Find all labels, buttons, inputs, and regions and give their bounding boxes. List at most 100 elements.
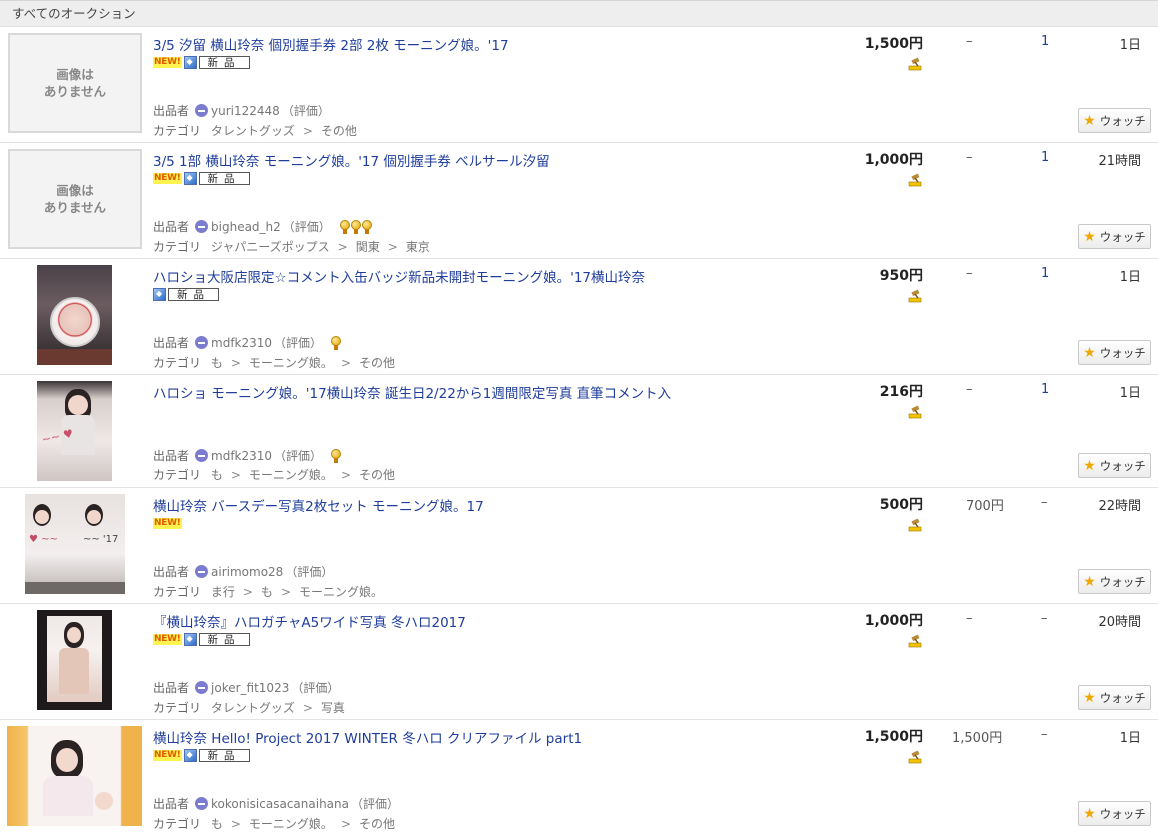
category-path: カテゴリ タレントグッズ > その他 xyxy=(153,124,357,138)
watch-button[interactable]: ★ ウォッチ xyxy=(1078,340,1151,365)
item-title-link[interactable]: 横山玲奈 Hello! Project 2017 WINTER 冬ハロ クリアフ… xyxy=(153,727,582,747)
watch-button[interactable]: ★ ウォッチ xyxy=(1078,108,1151,133)
category-link[interactable]: も xyxy=(211,468,223,482)
auction-row: ハロショ大阪店限定☆コメント入缶バッジ新品未開封モーニング娘。'17横山玲奈 新… xyxy=(0,259,1158,375)
category-link[interactable]: 写真 xyxy=(321,701,345,715)
category-path: カテゴリ ジャパニーズポップス > 関東 > 東京 xyxy=(153,240,430,254)
item-title-link[interactable]: ハロショ モーニング娘。'17横山玲奈 誕生日2/22から1週間限定写真 直筆コ… xyxy=(153,382,671,402)
item-title-link[interactable]: 横山玲奈 バースデー写真2枚セット モーニング娘。17 xyxy=(153,495,484,515)
rating-link[interactable]: （評価） xyxy=(274,334,322,351)
time-left: 1日 xyxy=(1119,386,1141,401)
category-label: カテゴリ xyxy=(153,817,202,831)
star-icon: ★ xyxy=(1083,228,1096,245)
brand-new-icon xyxy=(153,287,166,301)
seller-medals xyxy=(330,336,342,350)
seller-rating-icon xyxy=(195,681,209,694)
item-thumbnail[interactable] xyxy=(37,610,112,710)
time-left: 1日 xyxy=(1119,270,1141,285)
bid-count[interactable]: 1 xyxy=(1041,266,1049,281)
bid-count[interactable]: 1 xyxy=(1041,34,1049,49)
category-link[interactable]: モーニング娘。 xyxy=(249,468,333,482)
new-badge: NEW! xyxy=(153,749,182,761)
star-icon: ★ xyxy=(1083,457,1096,474)
auction-row: 画像は ありません 3/5 汐留 横山玲奈 個別握手券 2部 2枚 モーニング娘… xyxy=(0,27,1158,143)
bid-count[interactable]: 1 xyxy=(1041,382,1049,397)
watch-button[interactable]: ★ ウォッチ xyxy=(1078,224,1151,249)
item-title-link[interactable]: ハロショ大阪店限定☆コメント入缶バッジ新品未開封モーニング娘。'17横山玲奈 xyxy=(153,266,645,286)
seller-label: 出品者 xyxy=(153,681,190,695)
rating-link[interactable]: （評価） xyxy=(285,563,333,580)
category-link[interactable]: ま行 xyxy=(211,585,235,599)
seller-name[interactable]: joker_fit1023 xyxy=(211,681,289,695)
seller-name[interactable]: yuri122448 xyxy=(211,104,280,118)
rating-link[interactable]: （評価） xyxy=(291,679,339,696)
category-link[interactable]: も xyxy=(211,817,223,831)
category-link[interactable]: タレントグッズ xyxy=(211,701,295,715)
category-link[interactable]: も xyxy=(211,356,223,370)
watch-button[interactable]: ★ ウォッチ xyxy=(1078,569,1151,594)
seller-name[interactable]: mdfk2310 xyxy=(211,449,272,463)
category-link[interactable]: その他 xyxy=(321,124,357,138)
seller-name[interactable]: kokonisicasacanaihana xyxy=(211,797,349,811)
brand-new-badge: 新品 xyxy=(198,171,250,185)
seller-rating-icon xyxy=(195,449,209,462)
seller-info: 出品者 airimomo28 （評価） xyxy=(153,563,333,580)
category-path: カテゴリ も > モーニング娘。 > その他 xyxy=(153,468,396,482)
category-link[interactable]: その他 xyxy=(359,817,395,831)
item-thumbnail[interactable]: ~~ ♥ xyxy=(37,381,112,481)
auction-list: 画像は ありません 3/5 汐留 横山玲奈 個別握手券 2部 2枚 モーニング娘… xyxy=(0,27,1158,836)
buy-now-price: – xyxy=(966,611,973,626)
time-left: 1日 xyxy=(1119,731,1141,746)
item-thumbnail[interactable] xyxy=(37,265,112,365)
category-link[interactable]: タレントグッズ xyxy=(211,124,295,138)
badges: 新品 xyxy=(153,286,219,302)
seller-name[interactable]: bighead_h2 xyxy=(211,220,281,234)
watch-button[interactable]: ★ ウォッチ xyxy=(1078,801,1151,826)
category-link[interactable]: その他 xyxy=(359,356,395,370)
watch-label: ウォッチ xyxy=(1099,458,1146,473)
badges: NEW! 新品 xyxy=(153,747,250,763)
current-price: 1,000円 xyxy=(864,152,923,168)
watch-button[interactable]: ★ ウォッチ xyxy=(1078,685,1151,710)
bid-count[interactable]: 1 xyxy=(1041,150,1049,165)
rating-link[interactable]: （評価） xyxy=(282,102,330,119)
no-image-placeholder[interactable]: 画像は ありません xyxy=(8,33,142,133)
brand-new-icon xyxy=(183,632,197,646)
category-link[interactable]: モーニング娘。 xyxy=(299,585,383,599)
medal-icon xyxy=(361,220,372,234)
category-link[interactable]: 東京 xyxy=(406,240,430,254)
auction-row: 横山玲奈 Hello! Project 2017 WINTER 冬ハロ クリアフ… xyxy=(0,720,1158,836)
seller-info: 出品者 joker_fit1023 （評価） xyxy=(153,679,339,696)
item-thumbnail[interactable]: ♥ ~~ ~~ '17 xyxy=(25,494,125,594)
brand-new-icon xyxy=(183,55,197,69)
category-link[interactable]: ジャパニーズポップス xyxy=(211,240,330,254)
seller-name[interactable]: airimomo28 xyxy=(211,565,283,579)
category-link[interactable]: モーニング娘。 xyxy=(249,817,333,831)
time-left: 20時間 xyxy=(1098,615,1141,630)
watch-button[interactable]: ★ ウォッチ xyxy=(1078,453,1151,478)
no-image-placeholder[interactable]: 画像は ありません xyxy=(8,149,142,249)
seller-info: 出品者 mdfk2310 （評価） xyxy=(153,447,342,464)
item-title-link[interactable]: 『横山玲奈』ハロガチャA5ワイド写真 冬ハロ2017 xyxy=(153,611,466,631)
bid-count: – xyxy=(1041,611,1048,626)
rating-link[interactable]: （評価） xyxy=(283,218,331,235)
rating-link[interactable]: （評価） xyxy=(274,447,322,464)
rating-link[interactable]: （評価） xyxy=(351,795,399,812)
auction-row: ~~ ♥ ハロショ モーニング娘。'17横山玲奈 誕生日2/22から1週間限定写… xyxy=(0,375,1158,488)
item-title-link[interactable]: 3/5 汐留 横山玲奈 個別握手券 2部 2枚 モーニング娘。'17 xyxy=(153,34,509,54)
star-icon: ★ xyxy=(1083,112,1096,129)
item-thumbnail[interactable] xyxy=(7,726,142,826)
item-title-link[interactable]: 3/5 1部 横山玲奈 モーニング娘。'17 個別握手券 ベルサール汐留 xyxy=(153,150,550,170)
category-link[interactable]: も xyxy=(261,585,273,599)
category-link[interactable]: 関東 xyxy=(356,240,380,254)
seller-label: 出品者 xyxy=(153,565,190,579)
auction-row: 画像は ありません 3/5 1部 横山玲奈 モーニング娘。'17 個別握手券 ベ… xyxy=(0,143,1158,259)
auction-hammer-icon xyxy=(908,750,922,764)
category-link[interactable]: モーニング娘。 xyxy=(249,356,333,370)
seller-name[interactable]: mdfk2310 xyxy=(211,336,272,350)
new-badge: NEW! xyxy=(153,56,182,68)
seller-label: 出品者 xyxy=(153,220,190,234)
category-label: カテゴリ xyxy=(153,240,202,254)
category-link[interactable]: その他 xyxy=(359,468,395,482)
seller-info: 出品者 yuri122448 （評価） xyxy=(153,102,330,119)
